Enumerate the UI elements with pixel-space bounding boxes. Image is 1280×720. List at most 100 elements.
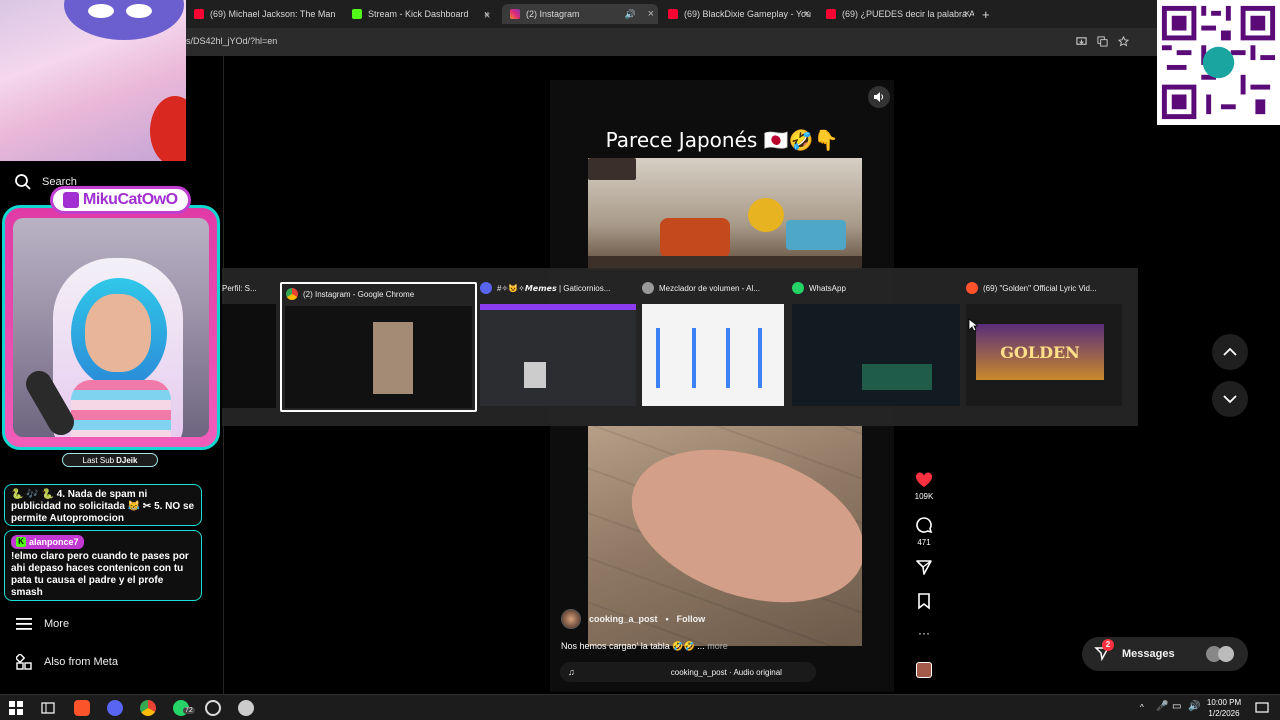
kick-icon (352, 9, 362, 19)
next-reel-button[interactable] (1212, 381, 1248, 417)
caption-more-link[interactable]: more (707, 641, 728, 651)
separator-dot: • (665, 614, 669, 624)
switcher-window-title: WhatsApp (792, 278, 960, 298)
close-tab-icon[interactable]: × (484, 6, 490, 26)
app-icon[interactable] (238, 700, 254, 716)
clock-date[interactable]: 1/2/2026 (1202, 709, 1246, 718)
author-username[interactable]: cooking_a_post (589, 614, 658, 624)
thumbnail-image-shape (524, 362, 546, 388)
tab-youtube-blackdixie[interactable]: (69) BlackDixie Gameplay - You × (662, 4, 814, 24)
thumbnail-chat-shape (862, 364, 932, 390)
switcher-window[interactable]: Perfil: S... (222, 278, 276, 408)
window-thumbnail (792, 304, 960, 406)
chrome-icon[interactable] (140, 700, 156, 716)
close-tab-icon[interactable]: × (648, 8, 654, 20)
task-view-icon[interactable] (40, 700, 56, 716)
url-text[interactable]: s/DS42hl_jYOd/?hl=en (186, 36, 277, 46)
switcher-window-youtube-golden[interactable]: (69) "Golden" Official Lyric Vid... GOLD… (966, 278, 1122, 406)
window-title-text: (69) "Golden" Official Lyric Vid... (983, 283, 1097, 293)
window-title-text: Mezclador de volumen - Al... (659, 283, 760, 293)
tab-label: (69) Michael Jackson: The Man (210, 9, 336, 19)
avatar (1218, 646, 1234, 662)
close-tab-icon[interactable]: × (964, 8, 970, 20)
comment-button[interactable]: 471 (906, 516, 942, 547)
clock-time[interactable]: 10:00 PM (1202, 698, 1246, 707)
audio-thumbnail[interactable] (906, 662, 942, 678)
window-title-text: Perfil: S... (222, 283, 257, 293)
blue-cloth-shape (786, 220, 846, 250)
tab-youtube-puedes[interactable]: (69) ¿PUEDES decir la palabra A × (822, 4, 974, 24)
address-bar[interactable]: s/DS42hl_jYOd/?hl=en (0, 28, 1280, 56)
network-icon[interactable]: ▭ (1172, 701, 1181, 712)
orange-pot-shape (660, 218, 730, 258)
tray-chevron-up-icon[interactable]: ^ (1140, 703, 1144, 712)
switcher-window-instagram[interactable]: (2) Instagram - Google Chrome (280, 282, 477, 412)
switcher-window-title: (69) "Golden" Official Lyric Vid... (966, 278, 1122, 298)
reel-video[interactable] (588, 158, 862, 270)
tab-kick-dashboard[interactable]: Stream - Kick Dashboard (348, 4, 478, 24)
speaker-icon[interactable]: 🔊 (625, 9, 636, 20)
last-sub-label: Last Sub (82, 455, 115, 465)
messages-button[interactable]: 2 Messages (1082, 637, 1248, 671)
windows-start-icon[interactable] (8, 700, 24, 716)
reel-overlay-caption: Parece Japonés 🇯🇵🤣👇 (605, 128, 839, 152)
switcher-window-title: Mezclador de volumen - Al... (642, 278, 784, 298)
sidebar-item-also-from-meta[interactable]: Also from Meta (16, 654, 118, 670)
reel-audio[interactable]: ♫ cooking_a_post · Audio original (560, 662, 816, 682)
new-tab-button[interactable]: + (982, 4, 996, 24)
volume-slider-shape (726, 328, 730, 388)
windows-taskbar: 72 ^ 🎤 ▭ 🔊 10:00 PM 1/2/2026 (0, 694, 1280, 720)
whatsapp-icon (792, 282, 804, 294)
discord-icon[interactable] (107, 700, 123, 716)
bookmark-star-icon[interactable] (1118, 36, 1129, 47)
switcher-window-discord[interactable]: #✧😺✧𝙈𝙚𝙢𝙚𝙨 | Gaticornios... (480, 278, 636, 406)
save-button[interactable] (906, 592, 942, 610)
brave-icon[interactable] (74, 700, 90, 716)
switcher-window-volume-mixer[interactable]: Mezclador de volumen - Al... (642, 278, 784, 406)
close-tab-icon[interactable]: × (804, 8, 810, 20)
switcher-window-whatsapp[interactable]: WhatsApp (792, 278, 960, 406)
follow-button[interactable]: Follow (677, 614, 706, 624)
hamburger-menu-icon (16, 618, 32, 630)
conversation-avatars (1206, 646, 1234, 662)
tab-instagram[interactable]: (2) Instagram 🔊 × (502, 4, 658, 24)
chat-message: 🐍 🎶 🐍 4. Nada de spam ni publicidad no s… (4, 484, 202, 526)
microphone-icon[interactable]: 🎤 (1156, 701, 1168, 712)
sidebar-item-more[interactable]: More (16, 617, 69, 631)
last-sub-badge: Last Sub DJeik (62, 453, 158, 467)
install-app-icon[interactable] (1076, 36, 1087, 47)
channel-logo: MikuCatOwO (50, 186, 191, 214)
switcher-window-title: Perfil: S... (222, 278, 276, 298)
previous-reel-button[interactable] (1212, 334, 1248, 370)
comment-count: 471 (917, 538, 931, 547)
whatsapp-badge: 72 (183, 707, 195, 714)
translate-icon[interactable] (1097, 36, 1108, 47)
sidebar-item-label: Also from Meta (44, 656, 118, 668)
mute-button[interactable] (868, 86, 890, 108)
like-button[interactable]: 109K (906, 472, 942, 501)
share-button[interactable] (906, 558, 942, 576)
avatar[interactable] (561, 609, 581, 629)
tab-label: Stream - Kick Dashboard (368, 9, 469, 19)
streamer-webcam-frame (2, 205, 220, 450)
thumbnail-reel-shape (373, 322, 413, 394)
tab-youtube-michael-jackson[interactable]: (69) Michael Jackson: The Man (190, 4, 340, 24)
window-thumbnail (642, 304, 784, 406)
window-thumbnail (480, 304, 636, 406)
window-switcher: Perfil: S... (2) Instagram - Google Chro… (222, 268, 1138, 426)
switcher-window-title: #✧😺✧𝙈𝙚𝙢𝙚𝙨 | Gaticornios... (480, 278, 636, 298)
messages-label: Messages (1122, 648, 1175, 660)
more-options-button[interactable]: ··· (906, 626, 942, 640)
window-thumbnail (285, 306, 472, 408)
obs-icon[interactable] (205, 700, 221, 716)
like-count: 109K (914, 492, 934, 501)
volume-slider-shape (656, 328, 660, 388)
window-thumbnail: GOLDEN (966, 304, 1122, 406)
notification-icon[interactable] (1254, 700, 1270, 716)
chat-username-text: alanponce7 (29, 537, 79, 547)
volume-icon[interactable]: 🔊 (1188, 701, 1200, 712)
search-icon (15, 174, 31, 190)
chat-message: K alanponce7 !elmo claro pero cuando te … (4, 530, 202, 601)
channel-logo-text: MikuCatOwO (83, 191, 178, 208)
discord-icon (480, 282, 492, 294)
